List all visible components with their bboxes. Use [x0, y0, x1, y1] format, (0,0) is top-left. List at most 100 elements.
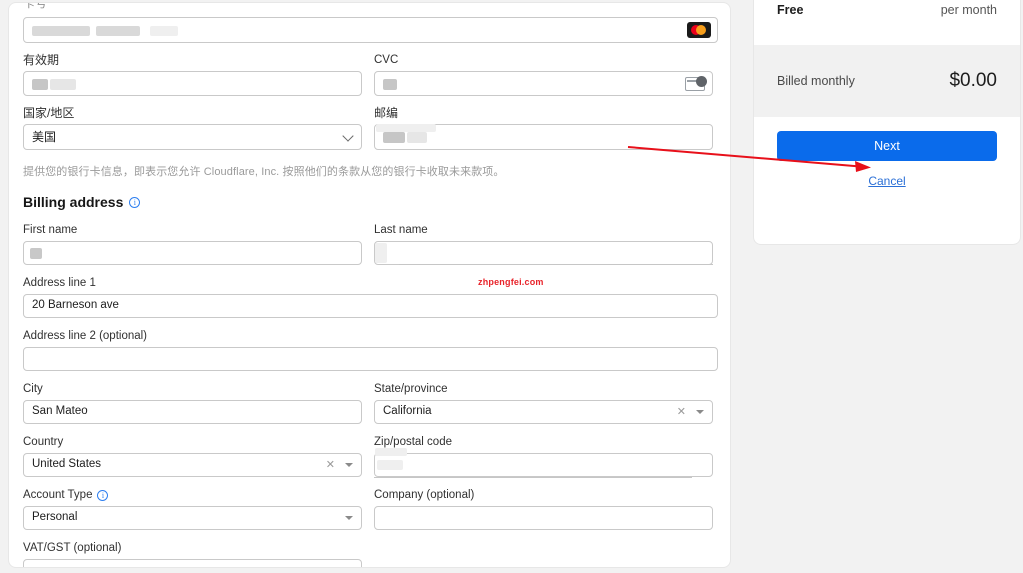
zip-input[interactable]	[374, 448, 713, 478]
country-select[interactable]: United States ✕	[23, 453, 362, 477]
clear-x-icon[interactable]: ✕	[677, 406, 686, 418]
summary-plan-price-block: $0 per month	[941, 0, 997, 19]
payment-form-card: 卡号 有效期 CVC 国家/地区 美国 邮编 提供您的银行卡信息，即表示您允许 …	[8, 2, 731, 568]
first-name-label: First name	[23, 224, 78, 236]
address-line-2-field-group: Address line 2 (optional)	[23, 329, 718, 371]
zip-autofill-underline	[374, 477, 692, 478]
vat-gst-label: VAT/GST (optional)	[23, 542, 122, 554]
chevron-down-icon[interactable]	[696, 410, 704, 414]
city-field-group: City San Mateo	[23, 382, 362, 424]
country-region-value: 美国	[32, 130, 57, 144]
zip-redaction-top	[375, 448, 407, 456]
address-line-1-field-group: Address line 1 20 Barneson ave	[23, 276, 718, 318]
country-label: Country	[23, 436, 64, 448]
expiry-input[interactable]	[23, 71, 362, 96]
state-province-select[interactable]: California ✕	[374, 400, 713, 424]
account-type-label-row: Account Type i	[23, 488, 362, 502]
card-number-label-clipped: 卡号	[23, 3, 718, 17]
vat-gst-input[interactable]	[23, 559, 362, 567]
zip-redaction	[377, 460, 403, 470]
country-field-group: Country United States ✕	[23, 435, 362, 477]
state-province-label: State/province	[374, 383, 448, 395]
chevron-down-icon[interactable]	[345, 516, 353, 520]
card-cvc-icon	[685, 75, 707, 91]
address-line-1-input[interactable]: 20 Barneson ave	[23, 294, 718, 318]
last-name-input[interactable]	[374, 241, 713, 265]
card-number-label: 卡号	[23, 3, 48, 10]
country-region-label: 国家/地区	[23, 106, 75, 120]
cvc-redaction	[383, 79, 397, 90]
city-input[interactable]: San Mateo	[23, 400, 362, 424]
chevron-down-icon[interactable]	[345, 463, 353, 467]
first-name-input[interactable]	[23, 241, 362, 265]
cancel-link[interactable]: Cancel	[777, 174, 997, 188]
summary-billed-row: Billed monthly $0.00	[754, 45, 1020, 117]
billing-address-title: Billing address	[23, 194, 124, 210]
first-name-field-group: First name	[23, 223, 362, 265]
vat-gst-field-group: VAT/GST (optional)	[23, 541, 362, 567]
info-icon[interactable]: i	[97, 489, 109, 501]
summary-billed-label: Billed monthly	[777, 74, 855, 88]
summary-plan-price: $0	[941, 0, 997, 1]
state-province-field-group: State/province California ✕	[374, 382, 713, 424]
address-line-1-value: 20 Barneson ave	[32, 299, 119, 312]
company-label: Company (optional)	[374, 489, 475, 501]
vat-gst-spacer	[374, 541, 713, 567]
address-line-2-label: Address line 2 (optional)	[23, 330, 148, 342]
clear-x-icon[interactable]: ✕	[326, 459, 335, 471]
company-field-group: Company (optional)	[374, 488, 713, 530]
country-region-field-group: 国家/地区 美国	[23, 106, 362, 150]
watermark: zhpengfei.com	[478, 277, 544, 287]
summary-plan-name: Zero Trust Free	[777, 0, 838, 19]
expiry-label: 有效期	[23, 53, 60, 67]
summary-plan-qty: $0	[869, 0, 909, 1]
payment-disclaimer: 提供您的银行卡信息，即表示您允许 Cloudflare, Inc. 按照他们的条…	[23, 166, 505, 178]
account-type-select[interactable]: Personal	[23, 506, 362, 530]
address-line-2-input[interactable]	[23, 347, 718, 371]
card-number-redaction-2	[96, 26, 140, 36]
summary-plan-price-unit: per month	[940, 3, 997, 17]
postal-redaction-1	[383, 132, 405, 143]
payment-form-body: 卡号 有效期 CVC 国家/地区 美国 邮编 提供您的银行卡信息，即表示您允许 …	[9, 3, 730, 567]
summary-plan-row: Zero Trust Free $0 $0 per month	[754, 0, 1020, 19]
zip-field-group: Zip/postal code	[374, 435, 713, 478]
country-region-select[interactable]: 美国	[23, 124, 362, 150]
chevron-down-icon	[342, 130, 354, 142]
last-name-field-group: Last name	[374, 223, 713, 265]
address-line-1-label: Address line 1	[23, 277, 96, 289]
expiry-redaction-2	[50, 79, 76, 90]
order-summary-card: Zero Trust Free $0 $0 per month Billed m…	[753, 0, 1021, 245]
company-input[interactable]	[374, 506, 713, 530]
postal-redaction-top	[376, 124, 436, 132]
summary-plan-name-line2: Free	[777, 3, 804, 17]
next-button[interactable]: Next	[777, 131, 997, 161]
billing-address-heading: Billing address i	[23, 194, 718, 210]
page-root: 卡号 有效期 CVC 国家/地区 美国 邮编 提供您的银行卡信息，即表示您允许 …	[0, 0, 1023, 573]
expiry-redaction-1	[32, 79, 48, 90]
postal-label: 邮编	[374, 106, 399, 120]
zip-label: Zip/postal code	[374, 436, 452, 448]
card-number-redaction-3	[150, 26, 178, 36]
account-type-value: Personal	[32, 511, 78, 524]
mastercard-icon	[687, 22, 711, 38]
city-value: San Mateo	[32, 405, 88, 418]
card-number-input[interactable]	[23, 17, 718, 43]
account-type-field-group: Account Type i Personal	[23, 488, 362, 530]
last-name-autofill-underline	[399, 264, 713, 265]
info-icon[interactable]: i	[129, 196, 141, 208]
first-name-redaction	[30, 248, 42, 259]
country-value: United States	[32, 458, 102, 471]
city-label: City	[23, 383, 43, 395]
summary-actions: Next Cancel	[754, 117, 1020, 188]
cvc-field-group: CVC	[374, 53, 713, 96]
last-name-redaction	[375, 243, 387, 263]
cvc-input[interactable]	[374, 71, 713, 96]
postal-redaction-2	[407, 132, 427, 143]
postal-field-group: 邮编	[374, 106, 713, 150]
summary-billed-amount: $0.00	[949, 70, 997, 91]
account-type-label: Account Type	[23, 489, 93, 501]
cvc-label: CVC	[374, 54, 399, 66]
card-number-redaction-1	[32, 26, 90, 36]
postal-input[interactable]	[374, 124, 713, 150]
last-name-label: Last name	[374, 224, 428, 236]
